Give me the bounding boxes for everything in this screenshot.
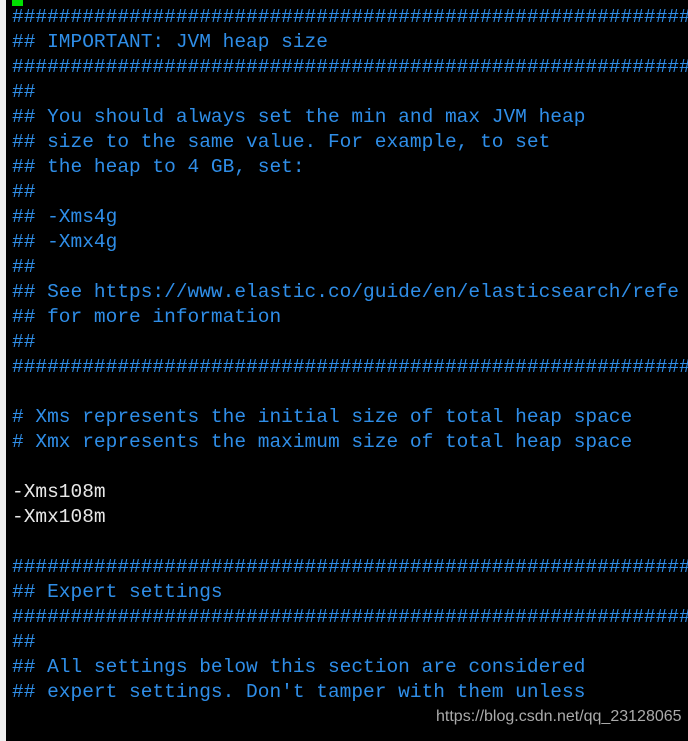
editor-line: ## -Xms4g — [12, 206, 118, 228]
editor-line: ########################################… — [12, 6, 688, 28]
window-left-edge — [0, 0, 6, 741]
editor-line: # Xms represents the initial size of tot… — [12, 406, 633, 428]
editor-line: -Xms108m — [12, 481, 106, 503]
editor-line: ## Expert settings — [12, 581, 223, 603]
editor-line: ## — [12, 81, 36, 103]
editor-line: ## the heap to 4 GB, set: — [12, 156, 305, 178]
editor-line: ########################################… — [12, 56, 688, 78]
editor-line: ## All settings below this section are c… — [12, 656, 586, 678]
editor-line: ## size to the same value. For example, … — [12, 131, 551, 153]
editor-line: ########################################… — [12, 606, 688, 628]
editor-line: ## See https://www.elastic.co/guide/en/e… — [12, 281, 680, 303]
editor-line: ## — [12, 181, 36, 203]
editor-line: ## expert settings. Don't tamper with th… — [12, 681, 586, 703]
editor-line: ## -Xmx4g — [12, 231, 118, 253]
editor-line: ## — [12, 631, 36, 653]
editor-line: -Xmx108m — [12, 506, 106, 528]
editor-line: ## You should always set the min and max… — [12, 106, 586, 128]
editor-line: # Xmx represents the maximum size of tot… — [12, 431, 633, 453]
editor-line: ## IMPORTANT: JVM heap size — [12, 31, 328, 53]
editor-line: ########################################… — [12, 356, 688, 378]
vim-editor-buffer[interactable]: ########################################… — [12, 0, 688, 705]
editor-line: ## — [12, 331, 36, 353]
watermark: https://blog.csdn.net/qq_23128065 — [436, 708, 682, 725]
editor-line: ## for more information — [12, 306, 282, 328]
editor-line: ## — [12, 256, 36, 278]
editor-line: ########################################… — [12, 556, 688, 578]
